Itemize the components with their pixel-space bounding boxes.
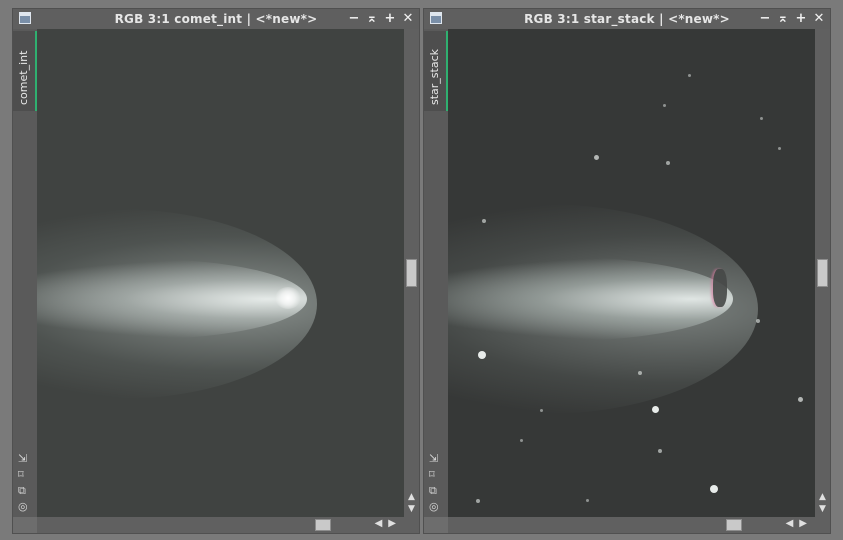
image-window-comet-int[interactable]: RGB 3:1 comet_int | <*new*> − ⌅ + ✕ come… [12, 8, 420, 534]
star [482, 219, 486, 223]
vertical-scrollbar[interactable]: ▲ ▼ [404, 29, 419, 517]
window-titlebar[interactable]: RGB 3:1 comet_int | <*new*> − ⌅ + ✕ [13, 9, 419, 29]
view-id-label: star_stack [428, 48, 441, 105]
scroll-down-icon[interactable]: ▼ [404, 503, 419, 515]
window-titlebar[interactable]: RGB 3:1 star_stack | <*new*> − ⌅ + ✕ [424, 9, 830, 29]
fit-view-icon[interactable]: ⇲ [18, 452, 28, 465]
star [756, 319, 760, 323]
zoom-icon[interactable]: ⌑ [429, 468, 439, 481]
minimize-icon[interactable]: − [758, 11, 772, 27]
scroll-up-icon[interactable]: ▲ [815, 491, 830, 503]
maximize-icon[interactable]: + [794, 11, 808, 27]
horizontal-scrollbar[interactable]: ◀▶ [448, 517, 815, 533]
star [778, 147, 781, 150]
star [476, 499, 480, 503]
vertical-scrollbar[interactable]: ▲ ▼ [815, 29, 830, 517]
horizontal-scroll-thumb[interactable] [726, 519, 742, 531]
fit-view-icon[interactable]: ⇲ [429, 452, 439, 465]
shade-icon[interactable]: ⌅ [776, 11, 790, 27]
target-icon[interactable]: ◎ [429, 500, 439, 513]
close-icon[interactable]: ✕ [812, 11, 826, 27]
scroll-right-icon[interactable]: ▶ [799, 518, 813, 529]
shade-icon[interactable]: ⌅ [365, 11, 379, 27]
scroll-right-icon[interactable]: ▶ [388, 518, 402, 529]
scroll-corner [404, 517, 419, 533]
scroll-down-icon[interactable]: ▼ [815, 503, 830, 515]
star [652, 406, 659, 413]
clone-icon[interactable]: ⧉ [429, 484, 439, 497]
star [478, 351, 486, 359]
view-id-tab[interactable]: star_stack [424, 31, 448, 111]
vertical-scroll-thumb[interactable] [406, 259, 417, 287]
comet-head-residual [713, 269, 727, 307]
minimize-icon[interactable]: − [347, 11, 361, 27]
star [663, 104, 666, 107]
star [688, 74, 691, 77]
view-id-tab[interactable]: comet_int [13, 31, 37, 111]
star [540, 409, 543, 412]
scroll-left-icon[interactable]: ◀ [375, 518, 389, 529]
view-id-label: comet_int [17, 50, 30, 105]
close-icon[interactable]: ✕ [401, 11, 415, 27]
zoom-icon[interactable]: ⌑ [18, 468, 28, 481]
comet-nucleus [275, 287, 301, 309]
star [594, 155, 599, 160]
maximize-icon[interactable]: + [383, 11, 397, 27]
image-view[interactable] [448, 29, 817, 519]
star [798, 397, 803, 402]
target-icon[interactable]: ◎ [18, 500, 28, 513]
window-sidebar: comet_int ⇲ ⌑ ⧉ ◎ [13, 29, 37, 517]
horizontal-scrollbar[interactable]: ◀▶ [37, 517, 404, 533]
horizontal-scroll-thumb[interactable] [315, 519, 331, 531]
star [658, 449, 662, 453]
image-window-star-stack[interactable]: RGB 3:1 star_stack | <*new*> − ⌅ + ✕ sta… [423, 8, 831, 534]
scroll-corner [815, 517, 830, 533]
star [638, 371, 642, 375]
star [586, 499, 589, 502]
scroll-up-icon[interactable]: ▲ [404, 491, 419, 503]
image-view[interactable] [37, 29, 406, 519]
window-sidebar: star_stack ⇲ ⌑ ⧉ ◎ [424, 29, 448, 517]
star [520, 439, 523, 442]
star [760, 117, 763, 120]
scroll-left-icon[interactable]: ◀ [786, 518, 800, 529]
star [666, 161, 670, 165]
clone-icon[interactable]: ⧉ [18, 484, 28, 497]
star [710, 485, 718, 493]
vertical-scroll-thumb[interactable] [817, 259, 828, 287]
